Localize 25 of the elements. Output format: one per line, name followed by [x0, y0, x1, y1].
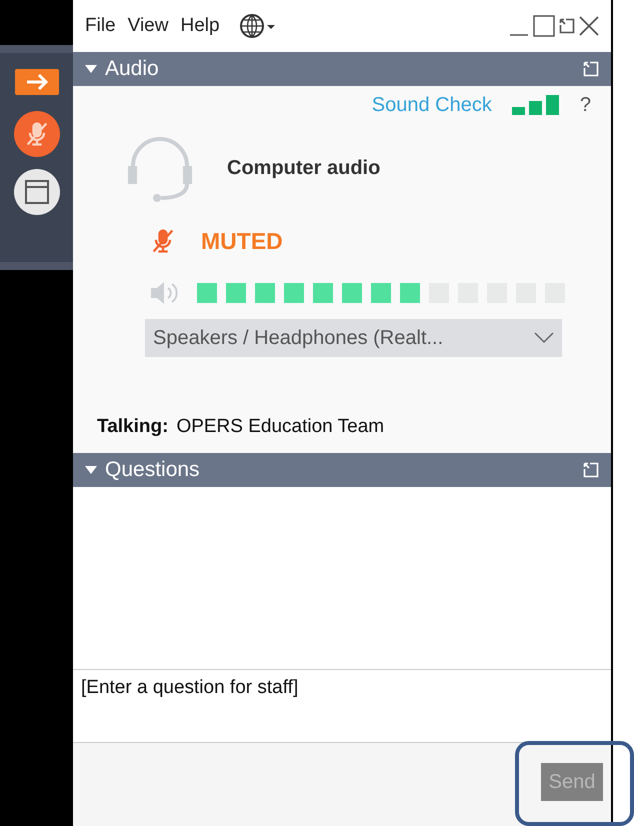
- section-header[interactable]: Audio: [73, 52, 611, 86]
- talking-name: OPERS Education Team: [176, 414, 384, 438]
- collapse-triangle-icon: [85, 466, 97, 474]
- mute-button[interactable]: [14, 111, 60, 157]
- arrow-right-icon[interactable]: [14, 69, 58, 95]
- help-icon[interactable]: ?: [580, 90, 591, 120]
- pop-out-icon[interactable]: [559, 18, 575, 34]
- maximize-icon[interactable]: [533, 15, 555, 37]
- window-icon[interactable]: [14, 169, 60, 215]
- menu-item[interactable]: File: [85, 12, 116, 40]
- device-dropdown[interactable]: Speakers / Headphones (Realt...: [145, 318, 562, 356]
- globe-icon[interactable]: [240, 13, 276, 39]
- talking-label: Talking:: [97, 414, 168, 438]
- collapse-triangle-icon: [85, 65, 97, 73]
- question-input[interactable]: [Enter a question for staff]: [73, 670, 611, 743]
- signal-bars-icon: [512, 95, 560, 115]
- section-header[interactable]: Questions: [73, 453, 611, 487]
- close-icon[interactable]: [579, 16, 599, 36]
- muted-status: MUTED: [201, 227, 283, 256]
- chevron-down-icon: [534, 332, 554, 344]
- menu-item[interactable]: View: [128, 12, 168, 40]
- menu-item[interactable]: Help: [180, 12, 220, 40]
- section-title: Questions: [105, 457, 200, 484]
- audio-mode-label: Computer audio: [227, 156, 380, 181]
- section-title: Audio: [105, 56, 159, 82]
